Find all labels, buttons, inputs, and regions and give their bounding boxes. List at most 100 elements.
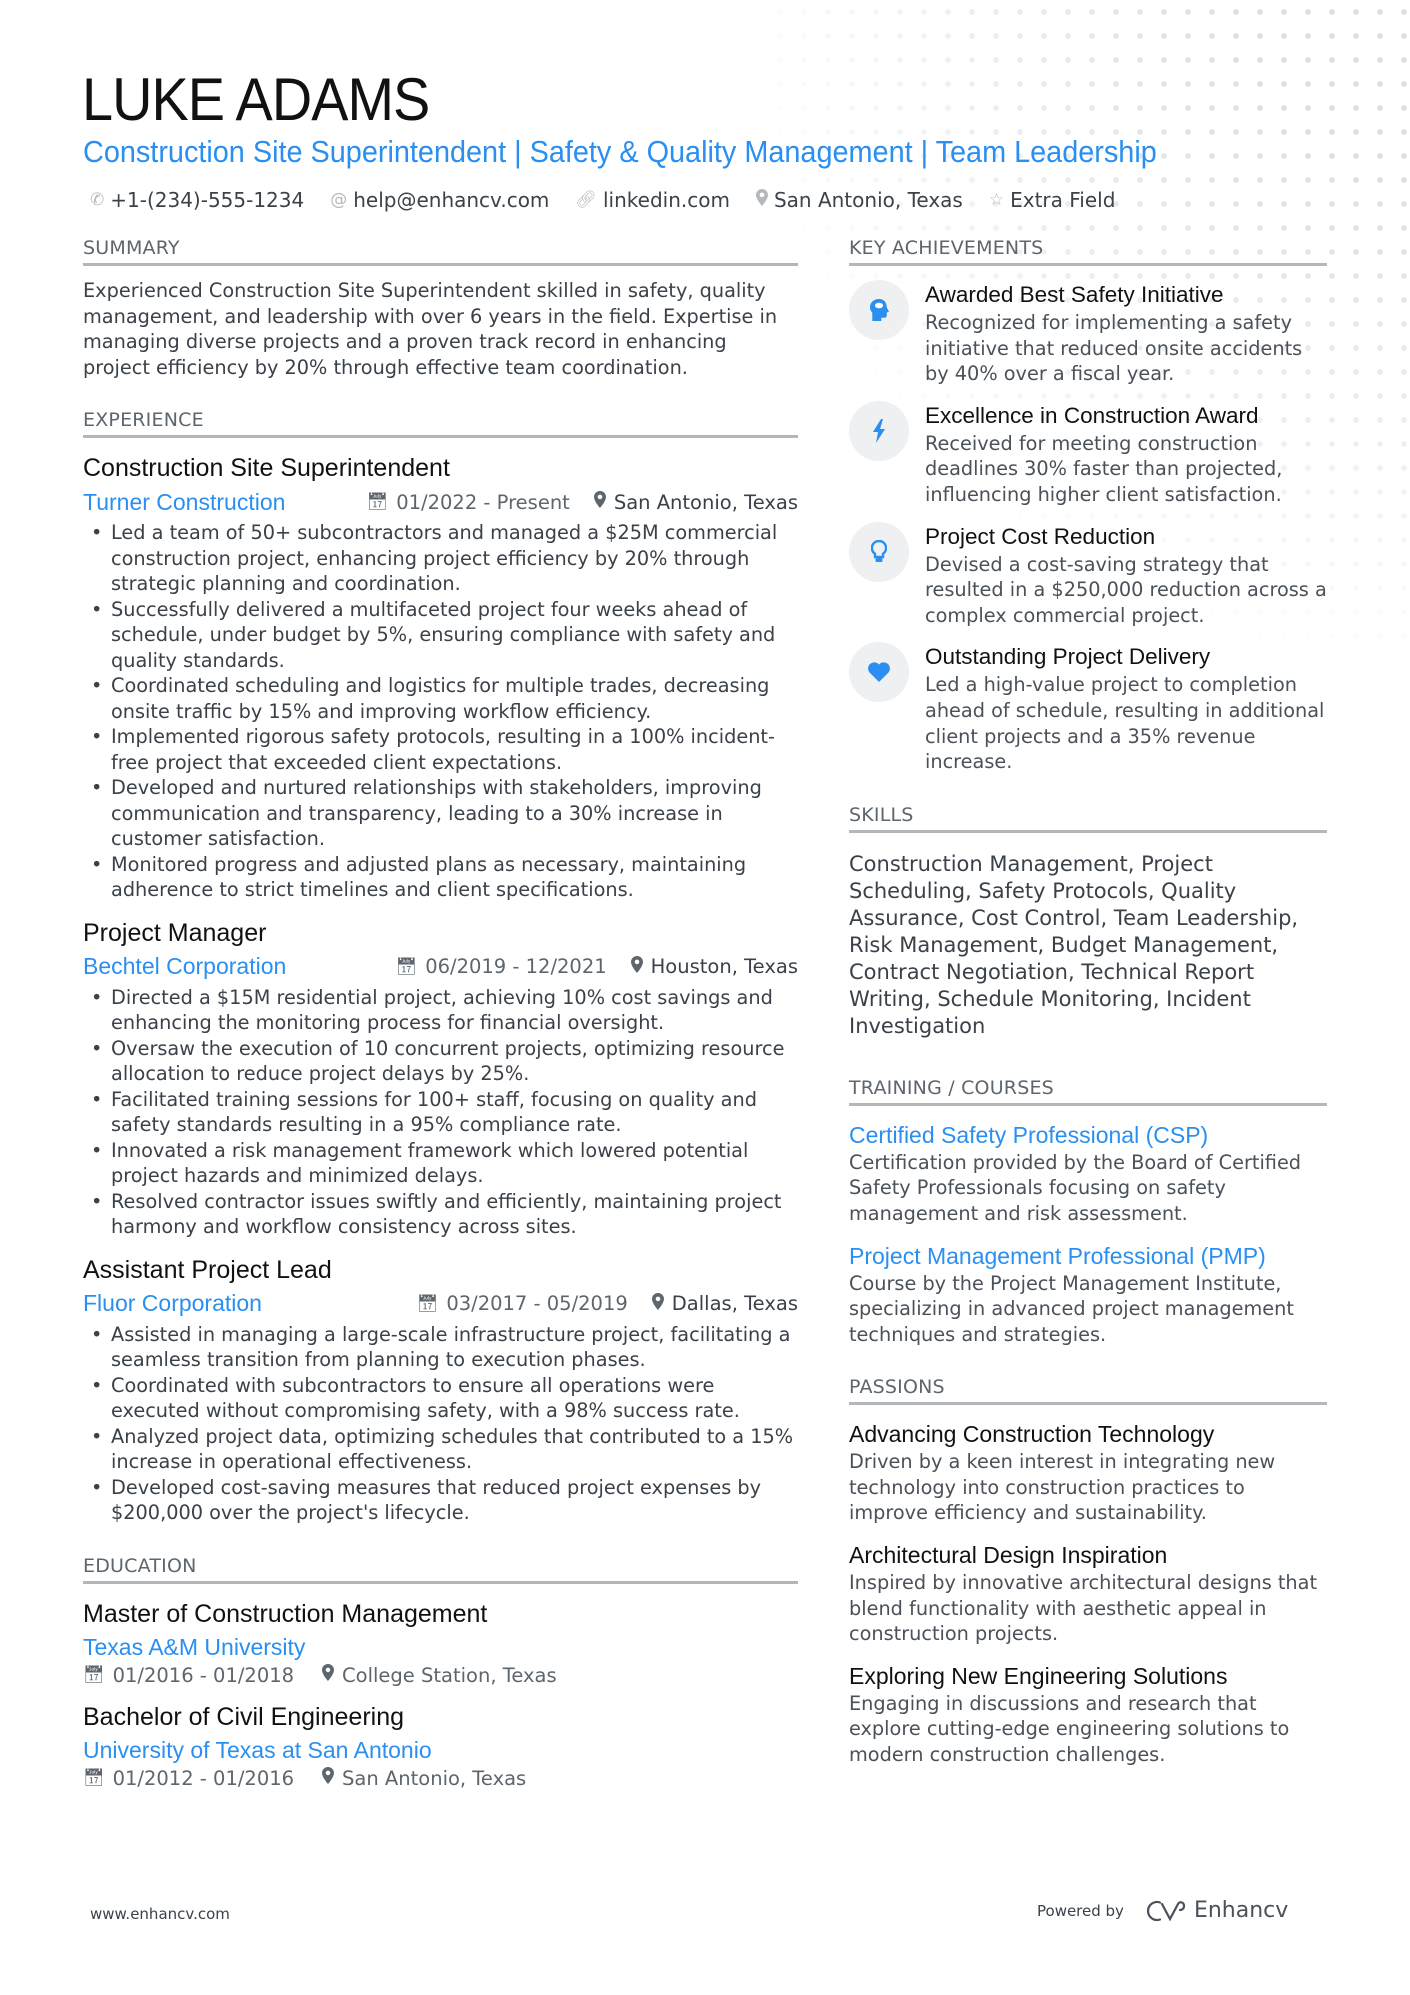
calendar-icon: 📅︎ bbox=[366, 492, 389, 513]
job-bullets: Led a team of 50+ subcontractors and man… bbox=[83, 520, 798, 903]
education-section: EDUCATION Master of Construction Managem… bbox=[83, 1554, 798, 1790]
achievement-content: Outstanding Project Delivery Led a high-… bbox=[925, 642, 1327, 774]
company-name[interactable]: Bechtel Corporation bbox=[83, 953, 286, 980]
contact-location-text: San Antonio, Texas bbox=[773, 188, 963, 212]
right-column: KEY ACHIEVEMENTS Awarded Best Safety Ini… bbox=[849, 236, 1327, 1768]
education-dates-text: 01/2012 - 01/2016 bbox=[112, 1766, 295, 1790]
passion-title: Advancing Construction Technology bbox=[849, 1421, 1215, 1448]
education-location: College Station, Texas bbox=[322, 1664, 557, 1687]
contact-email[interactable]: @ help@enhancv.com bbox=[330, 188, 549, 212]
school-name[interactable]: University of Texas at San Antonio bbox=[83, 1735, 798, 1765]
passion-title: Exploring New Engineering Solutions bbox=[849, 1662, 1228, 1689]
education-location-text: College Station, Texas bbox=[342, 1663, 557, 1687]
education-entry: Bachelor of Civil Engineering University… bbox=[83, 1701, 798, 1790]
bullet-item: Oversaw the execution of 10 concurrent p… bbox=[83, 1036, 798, 1087]
education-meta: 📅︎ 01/2012 - 01/2016 San Antonio, Texas bbox=[83, 1767, 798, 1790]
contact-linkedin[interactable]: 🔗︎ linkedin.com bbox=[575, 188, 730, 212]
link-icon: 🔗︎ bbox=[575, 190, 597, 210]
course-desc: Course by the Project Management Institu… bbox=[849, 1271, 1294, 1346]
job-dates-text: 06/2019 - 12/2021 bbox=[425, 955, 607, 979]
job-dates-text: 03/2017 - 05/2019 bbox=[446, 1292, 628, 1316]
job-meta: Bechtel Corporation 📅︎ 06/2019 - 12/2021… bbox=[83, 953, 798, 981]
education-meta: 📅︎ 01/2016 - 01/2018 College Station, Te… bbox=[83, 1664, 798, 1687]
passion-title: Architectural Design Inspiration bbox=[849, 1542, 1168, 1569]
bullet-item: Assisted in managing a large-scale infra… bbox=[83, 1322, 798, 1373]
education-location: San Antonio, Texas bbox=[322, 1767, 526, 1790]
achievement-item: Excellence in Construction Award Receive… bbox=[849, 400, 1327, 508]
contact-phone-text: +1-(234)-555-1234 bbox=[110, 188, 305, 212]
location-icon bbox=[322, 1767, 335, 1789]
bullet-item: Monitored progress and adjusted plans as… bbox=[83, 852, 798, 903]
achievement-desc: Devised a cost-saving strategy that resu… bbox=[925, 552, 1327, 627]
passion-desc: Inspired by innovative architectural des… bbox=[849, 1571, 1318, 1646]
education-dates-text: 01/2016 - 01/2018 bbox=[112, 1663, 295, 1687]
job-dates: 📅︎ 06/2019 - 12/2021 bbox=[396, 955, 607, 978]
location-icon bbox=[593, 491, 606, 513]
contact-extra-text: Extra Field bbox=[1010, 188, 1116, 212]
achievement-title: Project Cost Reduction bbox=[925, 523, 1156, 549]
lightbulb-icon bbox=[849, 521, 909, 582]
job-location-text: Houston, Texas bbox=[650, 955, 798, 979]
passions-heading: PASSIONS bbox=[849, 1375, 1327, 1406]
bullet-item: Facilitated training sessions for 100+ s… bbox=[83, 1087, 798, 1138]
achievement-content: Project Cost Reduction Devised a cost-sa… bbox=[925, 522, 1327, 629]
job-title: Construction Site Superintendent bbox=[83, 454, 450, 483]
location-icon bbox=[651, 1292, 664, 1315]
bullet-item: Developed cost-saving measures that redu… bbox=[83, 1475, 798, 1526]
company-name[interactable]: Turner Construction bbox=[83, 489, 285, 516]
job-dates: 📅︎ 01/2022 - Present bbox=[367, 491, 570, 514]
job-bullets: Directed a $15M residential project, ach… bbox=[83, 985, 798, 1240]
job-location-text: Dallas, Texas bbox=[671, 1292, 798, 1316]
bullet-item: Successfully delivered a multifaceted pr… bbox=[83, 597, 798, 674]
contact-email-text: help@enhancv.com bbox=[353, 188, 550, 212]
education-location-text: San Antonio, Texas bbox=[342, 1766, 527, 1790]
contact-linkedin-text: linkedin.com bbox=[603, 188, 730, 212]
achievement-item: Project Cost Reduction Devised a cost-sa… bbox=[849, 521, 1327, 629]
bullet-item: Innovated a risk management framework wh… bbox=[83, 1138, 798, 1189]
location-icon bbox=[322, 1664, 335, 1686]
location-icon bbox=[755, 189, 768, 211]
degree-title: Master of Construction Management bbox=[83, 1599, 488, 1628]
skills-section: SKILLS Construction Management, Project … bbox=[849, 803, 1327, 1040]
course-item: Project Management Professional (PMP) Co… bbox=[849, 1241, 1327, 1348]
course-title[interactable]: Project Management Professional (PMP) bbox=[849, 1241, 1327, 1271]
powered-by-label: Powered by bbox=[1037, 1901, 1124, 1920]
bullet-item: Developed and nurtured relationships wit… bbox=[83, 775, 798, 852]
footer-branding: Powered by Enhancv bbox=[1037, 1898, 1288, 1923]
school-name[interactable]: Texas A&M University bbox=[83, 1632, 798, 1662]
achievement-content: Excellence in Construction Award Receive… bbox=[925, 401, 1327, 508]
bullet-item: Resolved contractor issues swiftly and e… bbox=[83, 1189, 798, 1240]
bullet-item: Directed a $15M residential project, ach… bbox=[83, 985, 798, 1036]
enhancv-logo[interactable]: Enhancv bbox=[1146, 1898, 1288, 1923]
skills-heading: SKILLS bbox=[849, 803, 1327, 833]
resume-page: LUKE ADAMS Construction Site Superintend… bbox=[0, 0, 1410, 1995]
skills-list: Construction Management, Project Schedul… bbox=[849, 851, 1299, 1038]
job-title: Assistant Project Lead bbox=[83, 1255, 332, 1284]
at-icon: @ bbox=[330, 190, 348, 210]
summary-section: SUMMARY Experienced Construction Site Su… bbox=[83, 236, 798, 380]
course-item: Certified Safety Professional (CSP) Cert… bbox=[849, 1120, 1327, 1227]
achievement-desc: Received for meeting construction deadli… bbox=[925, 431, 1283, 506]
calendar-icon: 📅︎ bbox=[83, 1665, 105, 1686]
passions-section: PASSIONS Advancing Construction Technolo… bbox=[849, 1375, 1327, 1767]
degree-title: Bachelor of Civil Engineering bbox=[83, 1702, 405, 1731]
company-name[interactable]: Fluor Corporation bbox=[83, 1290, 262, 1317]
achievement-desc: Recognized for implementing a safety ini… bbox=[925, 311, 1303, 386]
job-entry: Project Manager Bechtel Corporation 📅︎ 0… bbox=[83, 917, 798, 1240]
training-section: TRAINING / COURSES Certified Safety Prof… bbox=[849, 1076, 1327, 1348]
bullet-item: Led a team of 50+ subcontractors and man… bbox=[83, 520, 798, 597]
footer-website[interactable]: www.enhancv.com bbox=[90, 1905, 230, 1923]
job-meta: Turner Construction 📅︎ 01/2022 - Present… bbox=[83, 488, 798, 516]
education-heading: EDUCATION bbox=[83, 1554, 798, 1584]
contact-phone[interactable]: ✆ +1-(234)-555-1234 bbox=[90, 188, 304, 212]
course-title[interactable]: Certified Safety Professional (CSP) bbox=[849, 1120, 1327, 1150]
passion-desc: Driven by a keen interest in integrating… bbox=[849, 1450, 1276, 1525]
bullet-item: Implemented rigorous safety protocols, r… bbox=[83, 724, 798, 775]
brand-name: Enhancv bbox=[1193, 1898, 1289, 1923]
job-location-text: San Antonio, Texas bbox=[613, 490, 798, 514]
phone-icon: ✆ bbox=[90, 190, 105, 210]
contact-location: San Antonio, Texas bbox=[755, 188, 963, 212]
achievements-section: KEY ACHIEVEMENTS Awarded Best Safety Ini… bbox=[849, 236, 1327, 775]
passion-desc: Engaging in discussions and research tha… bbox=[849, 1691, 1290, 1767]
job-location: Dallas, Texas bbox=[651, 1292, 798, 1316]
